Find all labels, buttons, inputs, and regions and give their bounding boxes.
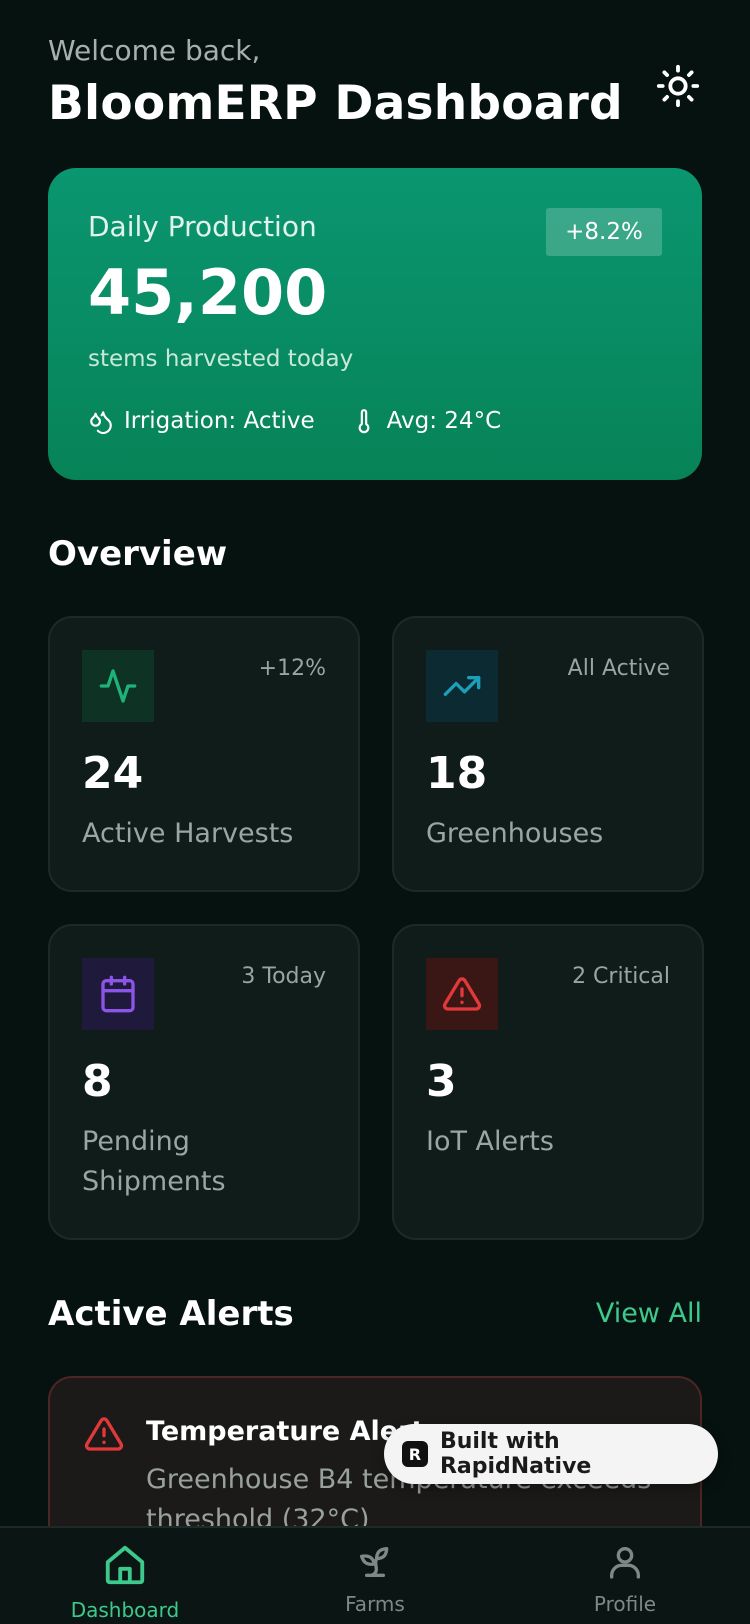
stat-icon-box — [426, 650, 498, 722]
daily-production-subtitle: stems harvested today — [88, 346, 354, 372]
alert-title: Temperature Alert — [146, 1416, 425, 1447]
stat-label: Pending Shipments — [82, 1126, 226, 1197]
stat-value: 8 — [82, 1056, 113, 1107]
stat-card-active-harvests[interactable]: +12% 24 Active Harvests — [48, 616, 360, 892]
stat-note: 2 Critical — [572, 964, 670, 989]
nav-label: Farms — [345, 1592, 405, 1616]
dashboard-screen: Welcome back, BloomERP Dashboard Daily P… — [0, 0, 750, 1624]
nav-item-farms[interactable]: Farms — [300, 1542, 450, 1616]
stat-status: All Active — [567, 656, 670, 681]
stat-card-greenhouses[interactable]: All Active 18 Greenhouses — [392, 616, 704, 892]
sun-icon — [656, 64, 700, 108]
nav-item-dashboard[interactable]: Dashboard — [50, 1542, 200, 1622]
stat-value: 3 — [426, 1056, 457, 1107]
sprout-icon — [360, 1547, 389, 1577]
droplets-icon — [90, 411, 112, 434]
alert-icon-wrap — [84, 1414, 124, 1458]
calendar-icon — [101, 975, 135, 1013]
stat-icon-box — [426, 958, 498, 1030]
stat-note: 3 Today — [241, 964, 326, 989]
active-alerts-title: Active Alerts — [48, 1294, 294, 1334]
stat-value: 18 — [426, 748, 488, 799]
stat-card-iot-alerts[interactable]: 2 Critical 3 IoT Alerts — [392, 924, 704, 1240]
stat-label: Active Harvests — [82, 818, 294, 849]
welcome-text: Welcome back, — [48, 34, 261, 67]
view-all-link[interactable]: View All — [596, 1298, 702, 1329]
stat-value: 24 — [82, 748, 144, 799]
home-icon — [105, 1545, 145, 1585]
irrigation-status: Irrigation: Active — [88, 408, 315, 434]
stat-card-pending-shipments[interactable]: 3 Today 8 Pending Shipments — [48, 924, 360, 1240]
overview-title: Overview — [48, 534, 228, 574]
stat-label: IoT Alerts — [426, 1126, 554, 1157]
production-meta: Irrigation: Active Avg: 24°C — [88, 408, 501, 434]
activity-icon — [99, 669, 137, 703]
bottom-nav: Dashboard Farms Profile — [0, 1526, 750, 1624]
built-with-badge[interactable]: R Built with RapidNative — [384, 1424, 718, 1484]
stat-icon-box — [82, 958, 154, 1030]
nav-label: Dashboard — [70, 1598, 180, 1622]
temperature-status: Avg: 24°C — [351, 408, 501, 434]
production-change-badge: +8.2% — [546, 208, 662, 256]
daily-production-value: 45,200 — [88, 256, 328, 329]
nav-label: Profile — [593, 1592, 657, 1616]
stat-trend: +12% — [258, 656, 326, 681]
rapidnative-logo-icon: R — [402, 1441, 428, 1467]
daily-production-label: Daily Production — [88, 210, 317, 243]
stat-icon-box — [82, 650, 154, 722]
theme-toggle-button[interactable] — [652, 60, 704, 112]
thermometer-icon — [358, 409, 370, 434]
alert-triangle-icon — [442, 977, 482, 1011]
page-title: BloomERP Dashboard — [48, 76, 623, 131]
stat-label: Greenhouses — [426, 818, 604, 849]
nav-item-profile[interactable]: Profile — [550, 1542, 700, 1616]
irrigation-text: Irrigation: Active — [124, 408, 315, 434]
alert-triangle-icon — [84, 1417, 124, 1451]
trending-up-icon — [443, 676, 481, 696]
daily-production-card[interactable]: Daily Production +8.2% 45,200 stems harv… — [48, 168, 702, 480]
built-with-text: Built with RapidNative — [439, 1429, 592, 1479]
temperature-text: Avg: 24°C — [386, 408, 502, 434]
user-icon — [610, 1547, 640, 1579]
